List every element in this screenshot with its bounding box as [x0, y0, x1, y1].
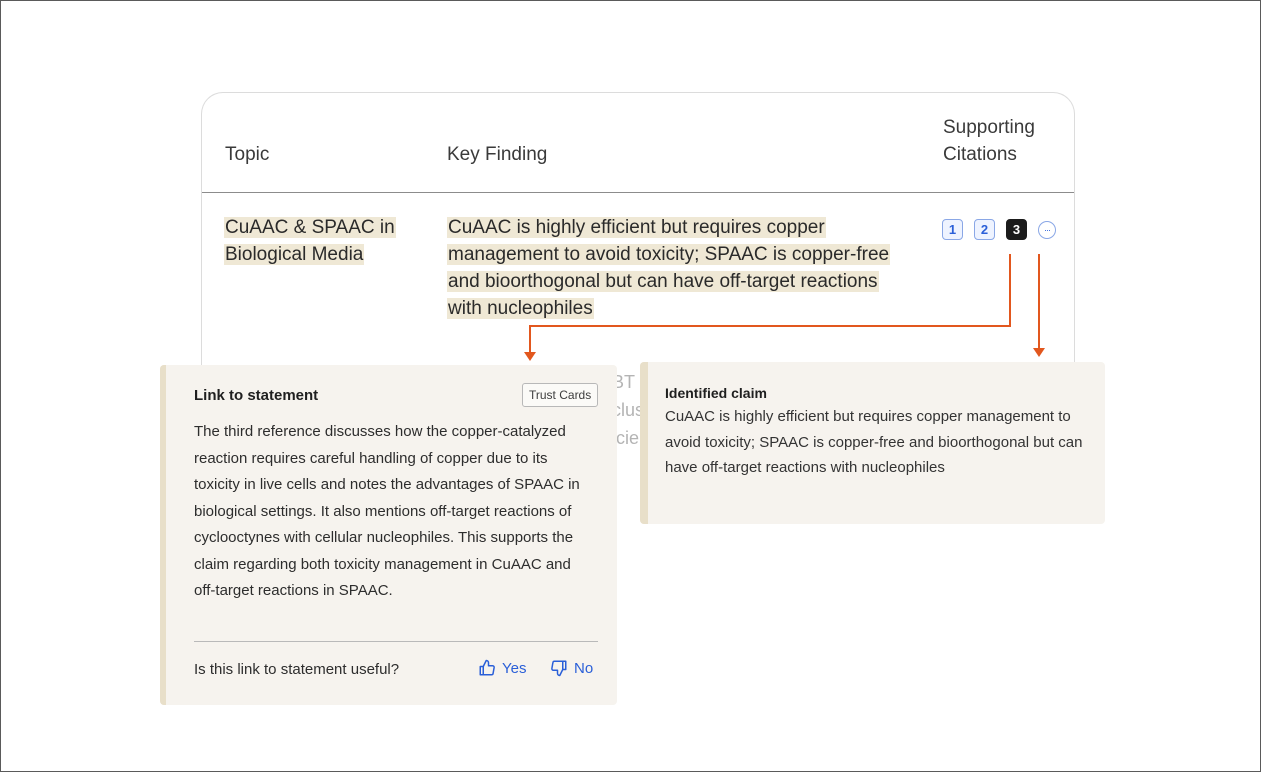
link-card-title: Link to statement: [194, 387, 319, 404]
feedback-question: Is this link to statement useful?: [194, 661, 400, 678]
thumbs-up-icon: [479, 659, 495, 676]
connector-to-link-card: [529, 254, 1011, 353]
arrowhead-claim-card: [1033, 348, 1045, 357]
link-card-body: The third reference discusses how the co…: [194, 423, 580, 599]
feedback-yes-label: Yes: [502, 659, 527, 677]
trust-cards-button[interactable]: Trust Cards: [522, 383, 599, 407]
feedback-no-label: No: [574, 659, 594, 677]
thumbs-down-icon: [551, 660, 567, 677]
feedback-yes-button[interactable]: Yes: [478, 659, 526, 677]
link-to-statement-card: Link to statement Trust Cards The third …: [160, 365, 617, 705]
arrowhead-link-card: [524, 352, 536, 361]
claim-card-text: CuAAC is highly efficient but requires c…: [665, 408, 1083, 476]
claim-card-label: Identified claim: [665, 385, 767, 401]
feedback-no-button[interactable]: No: [550, 659, 593, 677]
link-card-divider: [194, 641, 598, 642]
identified-claim-card: Identified claim CuAAC is highly efficie…: [640, 362, 1105, 524]
